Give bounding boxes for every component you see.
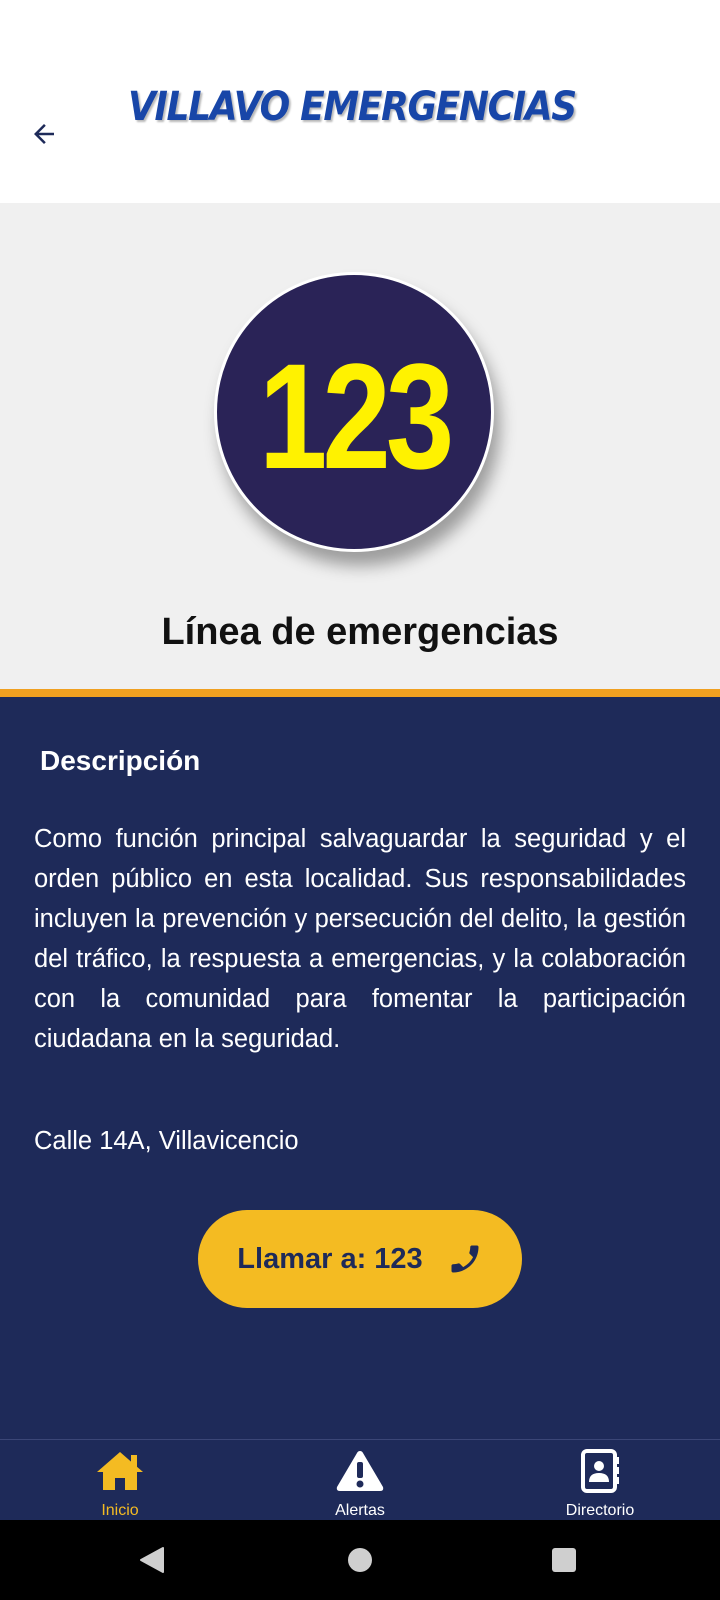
nav-label-alertas: Alertas: [335, 1502, 385, 1519]
app-title: VILLAVO EMERGENCIAS: [128, 84, 577, 130]
system-nav-bar: [0, 1520, 720, 1600]
call-button[interactable]: Llamar a: 123: [198, 1210, 522, 1308]
nav-item-alertas[interactable]: Alertas: [240, 1440, 480, 1521]
back-button[interactable]: [24, 114, 64, 154]
page-title: Línea de emergencias: [161, 611, 559, 653]
description-text: Como función principal salvaguardar la s…: [34, 825, 686, 1053]
home-icon: [97, 1452, 143, 1490]
warning-icon: [336, 1451, 384, 1491]
hero-section: 123 Línea de emergencias: [0, 203, 720, 689]
details-section: Descripción Como función principal salva…: [0, 697, 720, 1439]
system-back-button[interactable]: [130, 1538, 174, 1582]
emergency-logo: 123: [214, 272, 494, 552]
nav-item-directorio[interactable]: Directorio: [480, 1440, 720, 1521]
nav-label-inicio: Inicio: [101, 1502, 139, 1519]
accent-divider: [0, 689, 720, 697]
call-button-label: Llamar a: 123: [237, 1242, 423, 1275]
phone-icon: [451, 1245, 479, 1273]
nav-item-inicio[interactable]: Inicio: [0, 1440, 240, 1521]
back-triangle-icon: [140, 1547, 164, 1573]
system-recents-button[interactable]: [542, 1538, 586, 1582]
recents-square-icon: [552, 1548, 576, 1572]
logo-number: 123: [258, 331, 454, 500]
bottom-nav: Inicio Alertas Directorio: [0, 1439, 720, 1521]
system-home-button[interactable]: [338, 1538, 382, 1582]
description-heading: Descripción: [40, 745, 201, 776]
contacts-book-icon: [581, 1449, 619, 1493]
app-header: VILLAVO EMERGENCIAS: [0, 0, 720, 203]
address-text: Calle 14A, Villavicencio: [34, 1127, 299, 1155]
nav-label-directorio: Directorio: [565, 1502, 635, 1519]
arrow-left-icon: [34, 124, 54, 144]
home-circle-icon: [348, 1548, 372, 1572]
